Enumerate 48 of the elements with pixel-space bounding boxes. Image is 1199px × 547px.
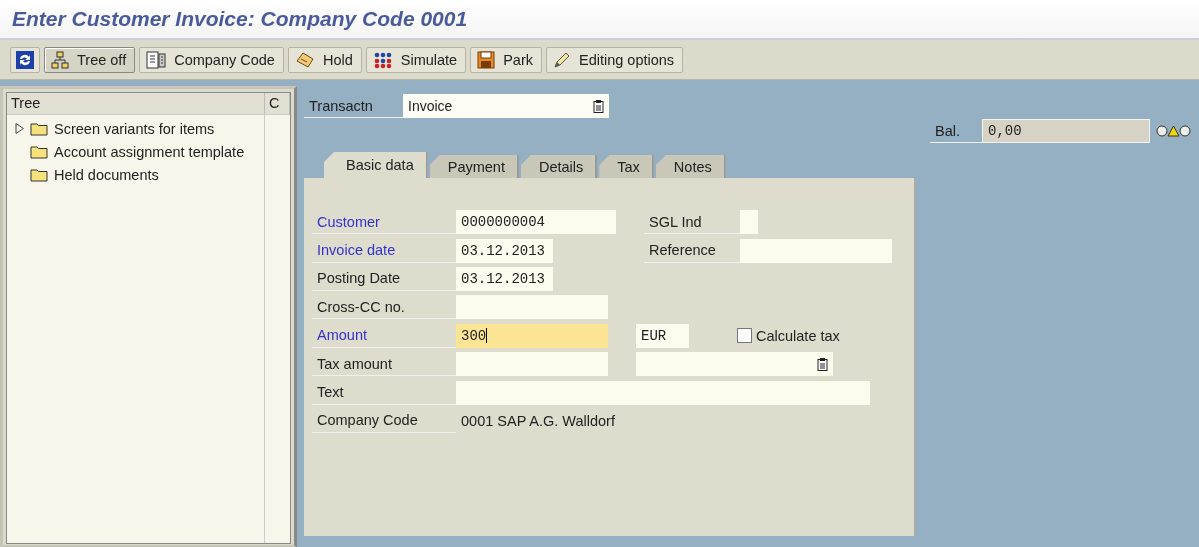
folder-icon — [30, 121, 48, 136]
tab[interactable]: Payment — [429, 155, 519, 178]
tree-item[interactable]: Held documents — [54, 166, 159, 183]
hierarchy-icon — [51, 50, 69, 69]
hand-icon — [294, 50, 315, 69]
toolbar-button[interactable] — [10, 46, 40, 73]
input-field[interactable] — [740, 238, 892, 263]
input-field[interactable]: 300 — [456, 323, 608, 348]
field-label: Company Code — [312, 408, 456, 433]
tree-item[interactable]: Account assignment template — [54, 143, 245, 160]
toolbar-button[interactable]: Park — [470, 46, 542, 73]
dropdown-field[interactable] — [636, 352, 833, 377]
tab[interactable]: Details — [520, 155, 598, 178]
toolbar-button[interactable]: Tree off — [44, 46, 136, 73]
document-icon — [146, 50, 167, 69]
transaction-field[interactable]: Invoice — [403, 94, 609, 118]
input-field[interactable] — [456, 295, 608, 320]
input-field[interactable] — [740, 210, 758, 235]
input-field[interactable]: 03.12.2013 — [456, 266, 553, 291]
pencil-icon — [553, 50, 571, 69]
tree-item[interactable]: Screen variants for items — [54, 120, 215, 137]
column-header[interactable]: Tree — [7, 93, 265, 115]
list-icon[interactable] — [817, 357, 828, 371]
toolbar-button[interactable]: Hold — [287, 46, 362, 73]
checkbox-label: Calculate tax — [756, 327, 840, 344]
input-field[interactable] — [456, 380, 870, 405]
refresh-icon — [15, 49, 35, 70]
input-field[interactable] — [456, 352, 608, 377]
column-header[interactable]: C — [265, 93, 290, 115]
tab[interactable]: Basic data — [324, 152, 428, 178]
toolbar-button[interactable]: Company Code — [139, 46, 284, 73]
balance-field: 0,00 — [982, 119, 1150, 143]
toolbar-button[interactable]: Simulate — [365, 46, 467, 73]
input-field[interactable]: 0000000004 — [456, 210, 616, 235]
list-icon[interactable] — [593, 99, 604, 113]
input-field[interactable]: 03.12.2013 — [456, 238, 553, 263]
field-value: 0001 SAP A.G. Walldorf — [460, 412, 615, 429]
expand-arrow-icon[interactable] — [15, 123, 24, 134]
currency-field[interactable]: EUR — [636, 323, 689, 348]
checkbox[interactable] — [737, 328, 752, 344]
tab[interactable]: Notes — [655, 155, 726, 178]
dots-grid-icon — [372, 50, 393, 69]
toolbar-button[interactable]: Editing options — [546, 46, 684, 73]
tab[interactable]: Tax — [599, 155, 654, 178]
folder-icon — [30, 167, 48, 182]
folder-icon — [30, 144, 48, 159]
status-lights-icon — [1156, 125, 1191, 137]
window-title: Enter Customer Invoice: Company Code 0001 — [12, 7, 468, 31]
